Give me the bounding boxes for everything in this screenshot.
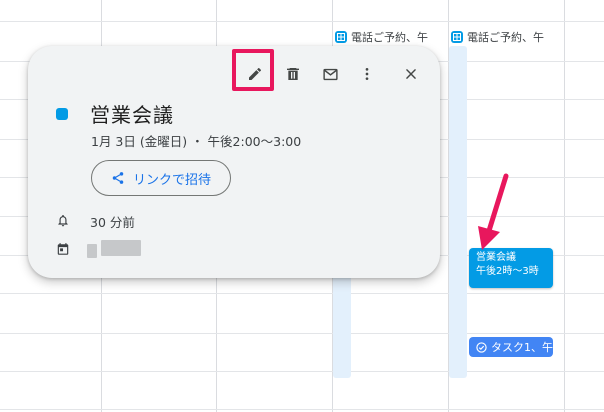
event-column-shade xyxy=(449,46,467,378)
grid-line xyxy=(0,371,604,372)
blurred-calendar-name xyxy=(87,244,97,258)
task-check-icon xyxy=(476,341,487,353)
calendar-grid-icon xyxy=(335,31,347,43)
event-block[interactable]: 営業会議 午後2時〜3時 xyxy=(469,248,553,288)
blurred-calendar-name xyxy=(101,240,141,256)
share-icon xyxy=(112,172,124,184)
event-title: 営業会議 xyxy=(90,103,174,127)
more-options-button[interactable] xyxy=(351,58,383,90)
grid-line xyxy=(0,21,604,22)
email-guests-button[interactable] xyxy=(314,58,346,90)
grid-line xyxy=(0,409,604,410)
invite-link-label: リンクで招待 xyxy=(132,172,211,188)
calendar-color-swatch xyxy=(56,108,68,120)
mail-icon xyxy=(322,68,338,80)
bell-icon xyxy=(55,212,71,228)
chip-label: 電話ご予約、午 xyxy=(351,31,428,44)
event-datetime: 1月 3日 (金曜日) ・ 午後2:00〜3:00 xyxy=(91,134,302,149)
more-vert-icon xyxy=(365,68,369,80)
grid-line xyxy=(0,333,604,334)
calendar-grid-icon xyxy=(451,31,463,43)
close-icon xyxy=(406,69,416,79)
grid-line xyxy=(0,293,604,294)
pencil-icon xyxy=(249,68,261,80)
trash-icon xyxy=(287,68,299,80)
reminder-text: 30 分前 xyxy=(90,215,135,230)
edit-button[interactable] xyxy=(239,58,271,90)
invite-link-button[interactable]: リンクで招待 xyxy=(91,160,231,196)
task-chip[interactable]: タスク1、午 xyxy=(469,337,553,357)
calendar-chip[interactable]: 電話ご予約、午 xyxy=(451,28,549,46)
calendar-icon xyxy=(55,241,71,257)
annotation-arrow xyxy=(478,173,509,250)
chip-label: 電話ご予約、午 xyxy=(467,31,544,44)
close-button[interactable] xyxy=(395,58,427,90)
delete-button[interactable] xyxy=(277,58,309,90)
task-chip-label: タスク1、午 xyxy=(491,341,553,354)
calendar-chip[interactable]: 電話ご予約、午 xyxy=(335,28,431,46)
event-block-time: 午後2時〜3時 xyxy=(476,266,539,277)
